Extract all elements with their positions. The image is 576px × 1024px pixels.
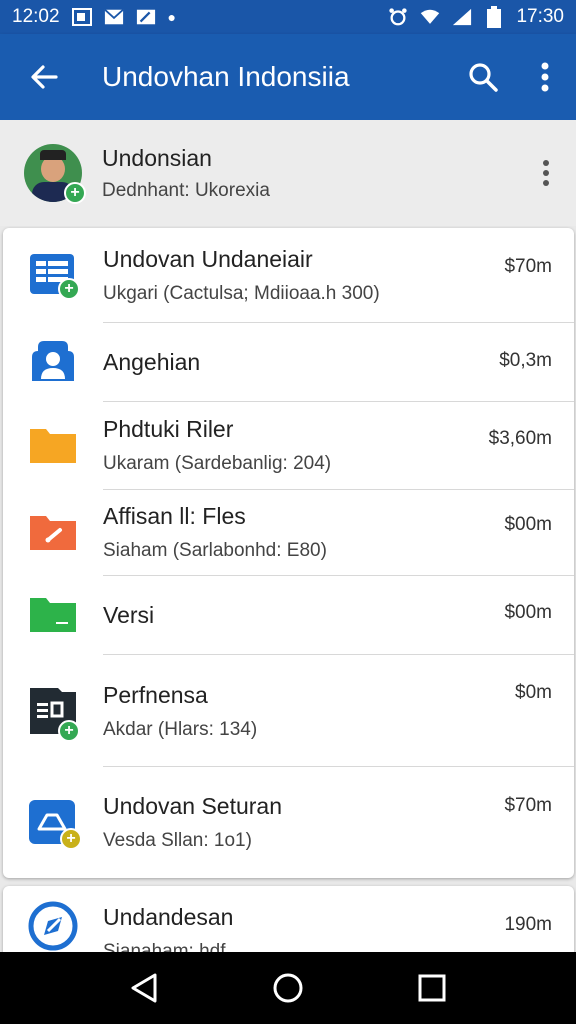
item-name: Perfnensa [103,681,208,708]
status-time-left: 12:02 [12,6,60,27]
image-notification-icon [71,8,92,26]
item-size: $0m [515,682,552,703]
triangle-back-icon [131,973,157,1003]
item-size: $00m [504,514,552,535]
item-detail: Vesda Sllan: 1o1) [103,830,252,851]
back-button[interactable] [0,34,88,120]
item-size: $70m [504,795,552,816]
item-name: Affisan ll: Fles [103,503,246,529]
folder-icon [28,421,78,471]
dot-notification-icon: ● [167,9,177,25]
battery-icon [484,6,504,28]
item-name: Undovan Seturan [103,793,283,819]
spreadsheet-icon: + [28,250,80,300]
account-header[interactable]: + Undonsian Dednhant: Ukorexia [0,120,576,226]
search-icon [469,63,498,92]
item-detail: Siaham (Sarlabonhd: E80) [103,540,327,561]
overflow-menu-button[interactable] [514,34,576,120]
list-item[interactable]: Angehian $0,3m [3,323,574,401]
item-size: $0,3m [499,350,552,371]
file-list-card: + Undovan Undaneiair Ukgari (Cactulsa; M… [3,228,574,878]
account-menu-button[interactable] [516,143,576,203]
add-badge-icon: + [64,182,86,204]
add-badge-icon: + [58,720,80,742]
list-item[interactable]: Versi $00m [3,576,574,654]
list-item[interactable]: + Perfnensa Akdar (Hlars: 134) $0m [3,655,574,767]
more-vert-icon [543,160,549,186]
nav-home-button[interactable] [258,958,318,1018]
contacts-icon [28,337,78,387]
add-badge-icon: + [60,827,82,850]
item-detail: Ukgari (Cactulsa; Mdiioaa.h 300) [103,282,380,304]
signal-icon [452,8,472,26]
system-navigation-bar [0,952,576,1024]
nav-back-button[interactable] [114,958,174,1018]
list-item[interactable]: + Undovan Undaneiair Ukgari (Cactulsa; M… [3,228,574,322]
account-name: Undonsian [102,144,212,171]
item-detail: Akdar (Hlars: 134) [103,718,258,740]
item-size: $70m [504,256,552,277]
square-recents-icon [418,974,446,1002]
status-bar: 12:02 ● 17:30 [0,0,576,34]
list-item[interactable]: + Undovan Seturan Vesda Sllan: 1o1) $70m [3,767,574,878]
item-size: 190m [504,914,552,935]
item-size: $00m [504,602,552,623]
item-name: Undovan Undaneiair [103,245,313,272]
alarm-icon [388,8,408,26]
drive-icon: + [28,798,82,850]
edit-notification-icon [136,8,156,26]
page-title: Undovhan Indonsiia [102,61,350,92]
folder-icon [28,590,78,640]
list-item[interactable]: Phdtuki Riler Ukaram (Sardebanlig: 204) … [3,402,574,489]
more-vert-icon [541,62,549,92]
compass-icon [28,901,78,951]
wifi-icon [420,8,440,26]
arrow-left-icon [31,65,58,89]
add-badge-icon: + [58,278,80,300]
avatar: + [24,144,86,204]
search-button[interactable] [452,34,514,120]
item-name: Undandesan [103,903,234,930]
item-name: Versi [103,601,155,628]
mail-notification-icon [103,8,124,26]
item-size: $3,60m [488,428,552,449]
app-bar: Undovhan Indonsiia [0,34,576,120]
item-detail: Ukaram (Sardebanlig: 204) [103,453,332,474]
nav-recents-button[interactable] [402,958,462,1018]
account-subtitle: Dednhant: Ukorexia [102,179,270,201]
list-item[interactable]: Affisan ll: Fles Siaham (Sarlabonhd: E80… [3,490,574,575]
status-time-right: 17:30 [516,6,564,27]
circle-home-icon [273,973,303,1003]
document-icon: + [28,686,80,742]
folder-icon [28,508,78,558]
